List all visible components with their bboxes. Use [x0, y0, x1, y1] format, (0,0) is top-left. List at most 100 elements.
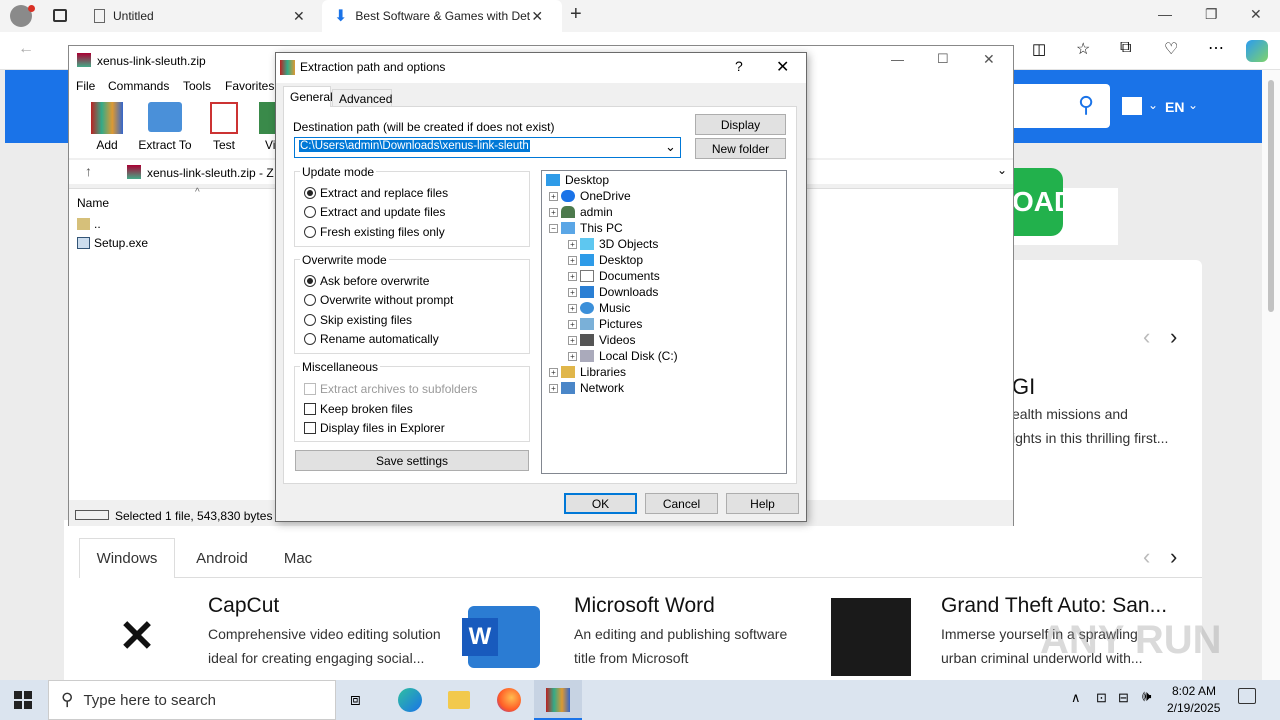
tab-general[interactable]: General — [283, 86, 333, 107]
windows-platform-icon[interactable] — [1122, 97, 1142, 115]
copilot-icon[interactable] — [1246, 40, 1268, 62]
tab-advanced[interactable]: Advanced — [332, 89, 392, 107]
close-window-icon[interactable]: ✕ — [1250, 6, 1262, 23]
product-title[interactable]: Grand Theft Auto: San... — [941, 594, 1181, 618]
view-button[interactable]: Vi — [259, 102, 275, 156]
download-button[interactable]: OAD — [1010, 168, 1074, 236]
radio-overwrite-without[interactable]: Overwrite without prompt — [304, 293, 453, 307]
expand-icon[interactable]: + — [549, 207, 558, 217]
help-icon[interactable]: ? — [735, 58, 743, 74]
expand-icon[interactable]: + — [568, 303, 577, 313]
radio-indicator[interactable] — [304, 333, 316, 345]
tree-item-3d-objects[interactable]: +3D Objects — [568, 237, 658, 251]
tree-item-this-pc[interactable]: − This PC — [549, 221, 623, 235]
menu-tools[interactable]: Tools — [183, 79, 211, 93]
expand-icon[interactable]: + — [568, 255, 577, 265]
collections-icon[interactable]: ⧉ — [1120, 39, 1131, 57]
tree-item-music[interactable]: + Music — [568, 301, 630, 315]
minimize-icon[interactable]: — — [891, 52, 904, 67]
expand-icon[interactable]: + — [549, 367, 558, 377]
product-title[interactable]: CapCut — [208, 594, 279, 618]
carousel-next-icon[interactable]: › — [1170, 544, 1177, 570]
restore-icon[interactable]: ❐ — [1205, 6, 1218, 23]
word-icon[interactable]: W — [462, 606, 540, 668]
help-button[interactable]: Help — [726, 493, 799, 514]
checkbox-display-explorer[interactable]: Display files in Explorer — [304, 421, 445, 435]
checkbox-box[interactable] — [304, 403, 316, 415]
radio-indicator[interactable] — [304, 275, 316, 287]
carousel-prev-icon[interactable]: ‹ — [1143, 324, 1150, 350]
gta-icon[interactable] — [831, 598, 911, 676]
checkbox-keep-broken[interactable]: Keep broken files — [304, 402, 413, 416]
product-title[interactable]: Microsoft Word — [574, 594, 715, 618]
tab-actions-icon[interactable] — [53, 9, 67, 22]
notifications-icon[interactable] — [1238, 688, 1256, 704]
destination-path-combobox[interactable]: C:\Users\admin\Downloads\xenus-link-sleu… — [294, 137, 681, 158]
page-scrollbar[interactable] — [1262, 70, 1280, 680]
expand-icon[interactable]: + — [568, 319, 577, 329]
radio-indicator[interactable] — [304, 314, 316, 326]
checkbox-box[interactable] — [304, 422, 316, 434]
radio-fresh-existing[interactable]: Fresh existing files only — [304, 225, 445, 239]
expand-icon[interactable]: + — [568, 271, 577, 281]
file-explorer-icon[interactable] — [448, 691, 470, 709]
chevron-down-icon[interactable]: ⌄ — [1148, 98, 1158, 112]
radio-extract-update[interactable]: Extract and update files — [304, 205, 445, 219]
menu-commands[interactable]: Commands — [108, 79, 169, 93]
display-button[interactable]: Display — [695, 114, 786, 135]
menu-file[interactable]: File — [76, 79, 95, 93]
expand-icon[interactable]: + — [549, 191, 558, 201]
start-button[interactable] — [14, 691, 32, 709]
chevron-up-icon[interactable]: ∧ — [1071, 690, 1081, 706]
language-selector[interactable]: EN — [1165, 99, 1184, 115]
menu-favorites[interactable]: Favorites — [225, 79, 274, 93]
clock-time[interactable]: 8:02 AM — [1172, 684, 1216, 698]
tree-item-desktop-pc[interactable]: + Desktop — [568, 253, 643, 267]
tab-windows[interactable]: Windows — [79, 538, 175, 578]
featured-title[interactable]: GI — [1012, 374, 1035, 400]
tree-item-libraries[interactable]: + Libraries — [549, 365, 626, 379]
volume-icon[interactable]: 🕪 — [1142, 688, 1151, 705]
chevron-down-icon[interactable]: ⌄ — [997, 163, 1007, 177]
radio-rename-auto[interactable]: Rename automatically — [304, 332, 439, 346]
tree-item-onedrive[interactable]: + OneDrive — [549, 189, 631, 203]
ok-button[interactable]: OK — [564, 493, 637, 514]
tab-untitled[interactable]: Untitled ✕ — [84, 0, 320, 32]
task-view-icon[interactable]: ⧈ — [350, 690, 361, 710]
up-arrow-icon[interactable]: ↑ — [85, 163, 92, 179]
expand-icon[interactable]: + — [549, 383, 558, 393]
chevron-down-icon[interactable]: ⌄ — [665, 139, 676, 155]
taskbar-search[interactable]: ⚲ Type here to search — [48, 680, 336, 720]
radio-indicator[interactable] — [304, 187, 316, 199]
meet-now-icon[interactable]: ⊡ — [1096, 690, 1107, 706]
tree-item-downloads[interactable]: + Downloads — [568, 285, 658, 299]
archive-path[interactable]: xenus-link-sleuth.zip - Z — [147, 166, 274, 180]
cancel-button[interactable]: Cancel — [645, 493, 718, 514]
radio-indicator[interactable] — [304, 206, 316, 218]
radio-indicator[interactable] — [304, 226, 316, 238]
close-icon[interactable]: ✕ — [531, 8, 543, 25]
close-icon[interactable]: ✕ — [293, 8, 305, 25]
tab-mac[interactable]: Mac — [273, 538, 323, 578]
tree-item-documents[interactable]: + Documents — [568, 269, 660, 283]
edge-icon[interactable] — [398, 688, 422, 712]
more-icon[interactable]: ⋯ — [1208, 38, 1224, 58]
split-screen-icon[interactable]: ◫ — [1032, 40, 1046, 58]
expand-icon[interactable]: + — [568, 335, 577, 345]
radio-ask-before[interactable]: Ask before overwrite — [304, 274, 429, 288]
maximize-icon[interactable]: ☐ — [937, 51, 949, 67]
column-name[interactable]: Name — [77, 196, 109, 210]
tree-item-local-disk[interactable]: + Local Disk (C:) — [568, 349, 678, 363]
expand-icon[interactable]: + — [568, 351, 577, 361]
close-icon[interactable]: ✕ — [983, 51, 995, 68]
site-search-input[interactable]: ⚲ — [1010, 84, 1110, 128]
tree-item-admin[interactable]: + admin — [549, 205, 613, 219]
clock-date[interactable]: 2/19/2025 — [1167, 701, 1220, 715]
add-button[interactable]: Add — [87, 102, 127, 156]
radio-indicator[interactable] — [304, 294, 316, 306]
capcut-icon[interactable]: ✕ — [110, 612, 164, 662]
list-item[interactable]: Setup.exe — [77, 236, 148, 250]
firefox-icon[interactable] — [497, 688, 521, 712]
search-icon[interactable]: ⚲ — [1078, 92, 1094, 118]
tree-item-desktop[interactable]: Desktop — [546, 173, 609, 187]
